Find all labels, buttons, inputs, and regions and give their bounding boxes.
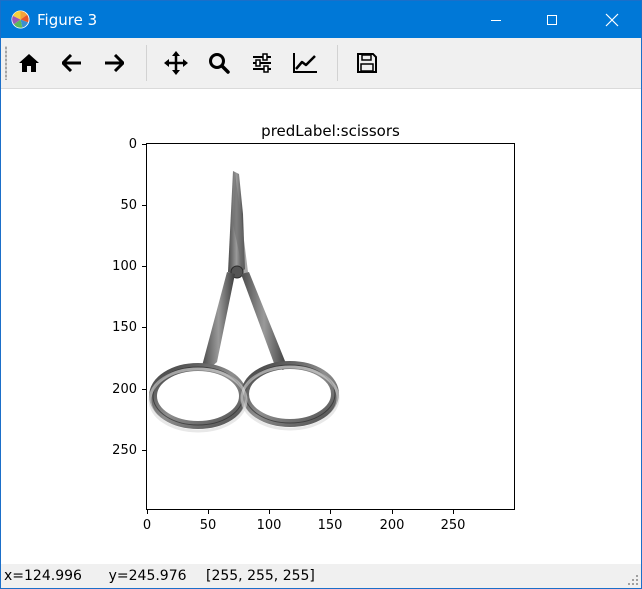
toolbar-separator [146,45,147,81]
ytick-mark [142,266,146,267]
ytick-label: 50 [120,198,137,213]
xtick-mark [269,510,270,514]
figure-canvas[interactable]: predLabel:scissors 0 50 100 150 200 250 … [1,89,641,564]
arrow-right-icon [105,54,124,72]
matplotlib-app-icon [11,10,30,29]
resize-grip-icon[interactable] [627,574,639,586]
save-icon [357,53,377,73]
move-icon [164,51,188,75]
xtick-label: 150 [317,518,343,533]
close-icon [605,13,619,26]
title-bar[interactable]: Figure 3 [1,1,641,38]
pan-button[interactable] [160,47,192,79]
maximize-icon [547,14,557,25]
xtick-mark [453,510,454,514]
ytick-label: 0 [128,137,137,152]
save-button[interactable] [351,47,383,79]
home-icon [19,54,39,72]
toolbar-separator [337,45,338,81]
close-button[interactable] [589,1,635,38]
xtick-label: 250 [440,518,466,533]
xtick-label: 50 [199,518,217,533]
ytick-label: 250 [112,443,137,458]
window-title: Figure 3 [37,11,98,29]
ytick-mark [142,450,146,451]
xtick-label: 0 [142,518,152,533]
xtick-mark [208,510,209,514]
navigation-toolbar [1,38,641,89]
ytick-label: 100 [112,259,137,274]
toolbar-grip[interactable] [5,46,7,80]
cursor-coordinates: x=124.996 y=245.976 [4,568,187,584]
back-button[interactable] [56,47,88,79]
ytick-label: 200 [112,382,137,397]
ytick-mark [142,327,146,328]
plot-title: predLabel:scissors [261,122,400,140]
ytick-label: 150 [112,320,137,335]
image-axes[interactable] [146,143,515,510]
ytick-mark [142,144,146,145]
arrow-left-icon [62,54,81,72]
xtick-mark [392,510,393,514]
xtick-label: 200 [379,518,405,533]
scissors-image [147,144,514,509]
zoom-icon [209,53,230,74]
pixel-value: [255, 255, 255] [206,568,315,584]
minimize-icon [491,19,501,21]
maximize-button[interactable] [529,1,575,38]
xtick-mark [330,510,331,514]
figure-window: Figure 3 predLabel:scissors 0 50 100 150… [0,0,642,589]
zoom-button[interactable] [203,47,235,79]
ytick-mark [142,389,146,390]
xtick-label: 100 [256,518,282,533]
home-button[interactable] [13,47,45,79]
sliders-icon [253,53,271,73]
edit-axes-button[interactable] [289,47,321,79]
forward-button[interactable] [98,47,130,79]
configure-subplots-button[interactable] [246,47,278,79]
chart-line-icon [293,53,317,73]
status-bar: x=124.996 y=245.976 [255, 255, 255] [1,564,641,588]
minimize-button[interactable] [473,1,519,38]
ytick-mark [142,205,146,206]
xtick-mark [147,510,148,514]
